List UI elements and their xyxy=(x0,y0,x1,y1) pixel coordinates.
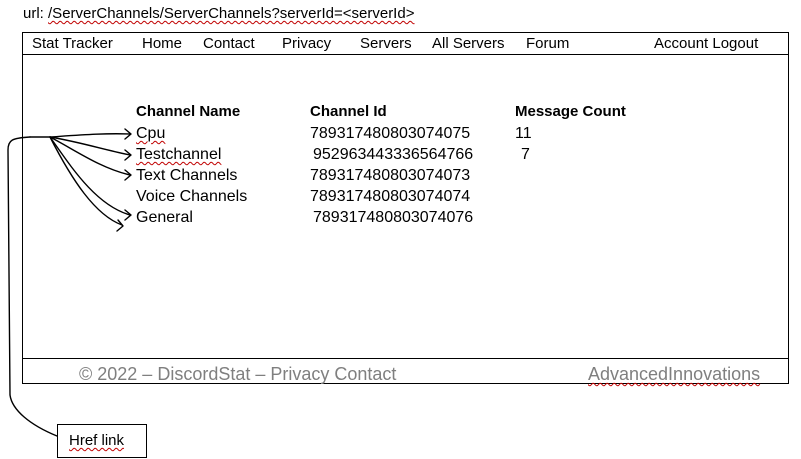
page-frame xyxy=(22,32,789,384)
column-header-channel-name: Channel Name xyxy=(136,103,241,120)
channel-id: 952963443336564766 xyxy=(313,146,474,163)
channel-id: 789317480803074073 xyxy=(310,167,471,184)
href-link-label: Href link xyxy=(69,432,125,449)
nav-item-privacy[interactable]: Privacy xyxy=(282,35,331,52)
channel-name-link[interactable]: Voice Channels xyxy=(136,188,247,206)
column-header-message-count: Message Count xyxy=(515,103,626,120)
nav-item-contact[interactable]: Contact xyxy=(203,35,255,52)
column-header-channel-id: Channel Id xyxy=(310,103,387,120)
nav-item-all-servers[interactable]: All Servers xyxy=(432,35,505,52)
nav-item-forum[interactable]: Forum xyxy=(526,35,569,52)
channel-name-link[interactable]: Text Channels xyxy=(136,167,237,185)
channel-id: 789317480803074076 xyxy=(313,209,474,226)
channel-name-link[interactable]: Testchannel xyxy=(136,146,221,164)
channel-name-link[interactable]: Cpu xyxy=(136,125,165,143)
channel-id: 789317480803074074 xyxy=(310,188,471,205)
nav-item-servers[interactable]: Servers xyxy=(360,35,412,52)
url-annotation: url: /ServerChannels/ServerChannels?serv… xyxy=(23,5,414,22)
nav-item-home[interactable]: Home xyxy=(142,35,182,52)
channel-id: 789317480803074075 xyxy=(310,125,471,142)
footer-company: AdvancedInnovations xyxy=(588,364,761,384)
message-count: 11 xyxy=(515,125,532,142)
nav-divider xyxy=(22,54,789,55)
footer-copyright-text: © 2022 – DiscordStat – Privacy Contact xyxy=(79,364,397,384)
url-prefix: url: xyxy=(23,5,49,22)
nav-brand[interactable]: Stat Tracker xyxy=(32,35,113,52)
message-count: 7 xyxy=(521,146,530,163)
nav-item-account-logout[interactable]: Account Logout xyxy=(654,35,758,52)
footer-copyright: © 2022 – DiscordStat – Privacy Contact xyxy=(79,364,396,385)
url-path: /ServerChannels/ServerChannels?serverId=… xyxy=(48,5,415,22)
footer-divider xyxy=(22,358,789,359)
channel-name-link[interactable]: General xyxy=(136,209,193,227)
